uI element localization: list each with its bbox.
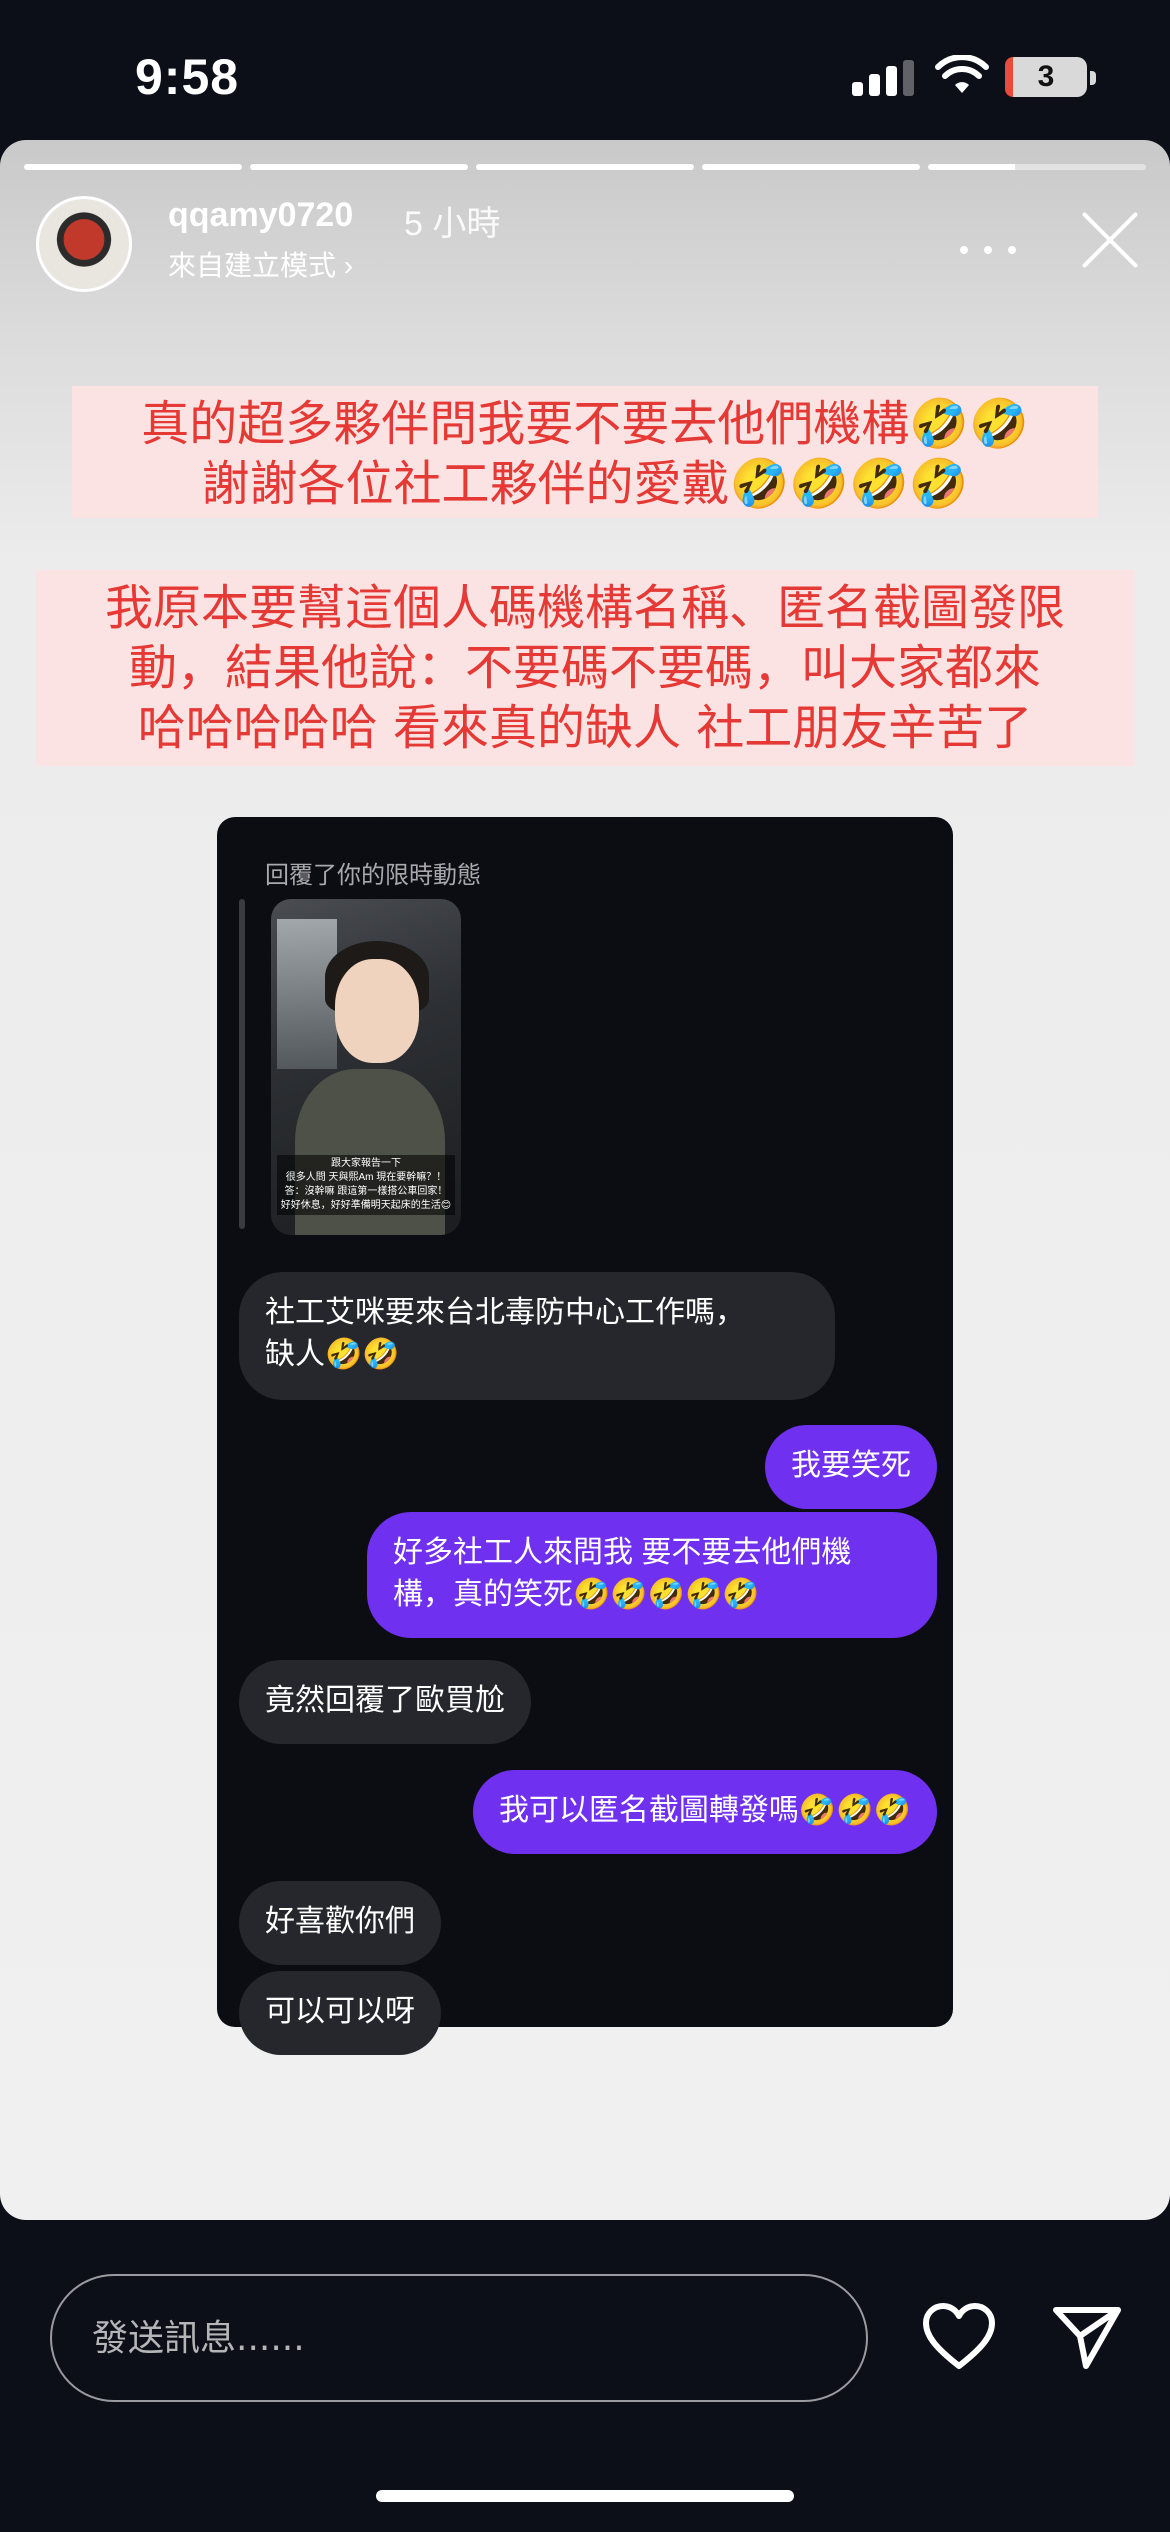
send-icon[interactable] bbox=[1050, 2302, 1124, 2372]
heart-icon[interactable] bbox=[922, 2302, 996, 2372]
message-bubble-incoming: 社工艾咪要來台北毒防中心工作嗎， 缺人🤣🤣 bbox=[239, 1272, 835, 1400]
story-viewer[interactable]: qqamy0720 5 小時 來自建立模式 › 真的超多夥伴問我要不要去他們機構… bbox=[0, 140, 1170, 2220]
story-caption-2: 我原本要幫這個人碼機構名稱、匿名截圖發限 動，結果他說：不要碼不要碼，叫大家都來… bbox=[36, 570, 1134, 766]
close-icon[interactable] bbox=[1078, 208, 1142, 272]
status-time: 9:58 bbox=[135, 49, 240, 105]
story-username[interactable]: qqamy0720 bbox=[168, 196, 353, 235]
caption-2-text: 我原本要幫這個人碼機構名稱、匿名截圖發限 動，結果他說：不要碼不要碼，叫大家都來… bbox=[104, 580, 1065, 756]
story-thumbnail: 跟大家報告一下 很多人問 天與熙Am 現在要幹嘛？！ 答：沒幹嘛 跟這第一樣搭公… bbox=[271, 899, 461, 1235]
message-bubble-outgoing: 好多社工人來問我 要不要去他們機 構，真的笑死🤣🤣🤣🤣🤣 bbox=[367, 1512, 937, 1638]
send-message-input[interactable] bbox=[50, 2274, 868, 2402]
message-bubble-outgoing: 我要笑死 bbox=[765, 1425, 937, 1509]
wifi-icon bbox=[935, 55, 989, 93]
progress-segment bbox=[476, 164, 694, 170]
more-options-icon[interactable] bbox=[960, 240, 1020, 260]
home-indicator bbox=[376, 2490, 794, 2502]
user-avatar[interactable] bbox=[36, 196, 132, 292]
story-progress-bar bbox=[24, 164, 1146, 170]
progress-segment bbox=[24, 164, 242, 170]
dm-screenshot: 回覆了你的限時動態 跟大家報告一下 很多人問 天與熙Am 現在要幹嘛？！ 答：沒… bbox=[217, 817, 953, 2055]
progress-segment-current bbox=[928, 164, 1146, 170]
battery-level: 3 bbox=[1037, 60, 1055, 93]
message-bubble-incoming: 好喜歡你們 bbox=[239, 1881, 441, 1965]
caption-1-text: 真的超多夥伴問我要不要去他們機構🤣🤣 謝謝各位社工夥伴的愛戴🤣🤣🤣🤣 bbox=[141, 396, 1029, 512]
story-posted-time: 5 小時 bbox=[404, 205, 501, 243]
story-caption-1: 真的超多夥伴問我要不要去他們機構🤣🤣 謝謝各位社工夥伴的愛戴🤣🤣🤣🤣 bbox=[72, 386, 1098, 518]
progress-segment bbox=[250, 164, 468, 170]
message-bubble-outgoing: 我可以匿名截圖轉發嗎🤣🤣🤣 bbox=[472, 1770, 937, 1854]
battery-icon: 3 bbox=[1005, 57, 1087, 97]
reply-label: 回覆了你的限時動態 bbox=[265, 862, 481, 889]
create-mode-link[interactable]: 來自建立模式 › bbox=[168, 244, 353, 284]
battery-tip bbox=[1090, 71, 1096, 85]
reply-quote-bar bbox=[239, 899, 245, 1229]
message-bubble-incoming: 可以可以呀 bbox=[239, 1971, 441, 2055]
progress-segment bbox=[702, 164, 920, 170]
thumbnail-caption: 跟大家報告一下 很多人問 天與熙Am 現在要幹嘛？！ 答：沒幹嘛 跟這第一樣搭公… bbox=[277, 1155, 455, 1215]
cellular-signal-icon bbox=[852, 60, 916, 96]
message-bubble-incoming: 竟然回覆了歐買尬 bbox=[239, 1660, 531, 1744]
status-bar: 9:58 3 bbox=[0, 0, 1170, 140]
